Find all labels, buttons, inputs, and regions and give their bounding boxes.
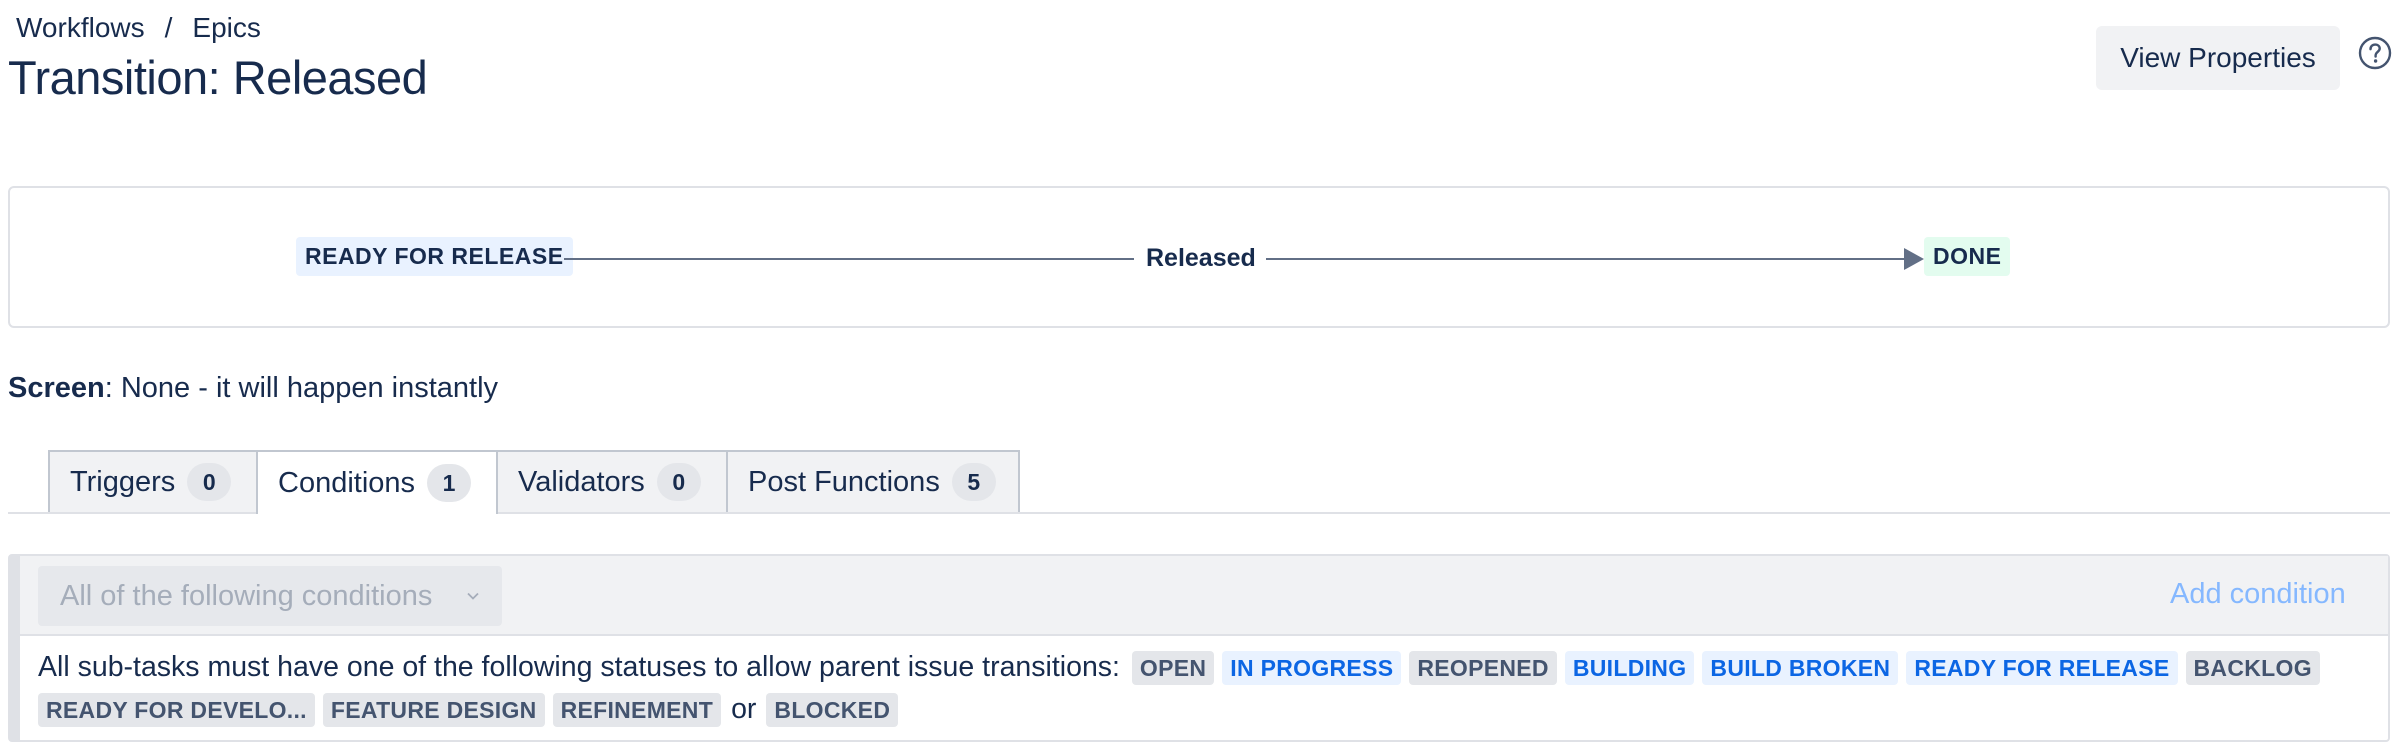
tab-label: Conditions: [278, 466, 416, 499]
to-status-lozenge: DONE: [1924, 237, 2011, 276]
status-lozenge: READY FOR RELEASE: [1906, 651, 2178, 686]
status-lozenge: BUILDING: [1564, 651, 1695, 686]
condition-group-select-value: All of the following conditions: [60, 579, 433, 612]
tab-label: Validators: [518, 465, 645, 498]
status-lozenge: READY FOR DEVELO...: [38, 693, 315, 728]
screen-label: Screen: [8, 372, 105, 404]
tab-count-badge: 5: [951, 463, 996, 501]
status-lozenge: REFINEMENT: [552, 693, 722, 728]
tab-label: Triggers: [70, 465, 176, 498]
status-lozenge: FEATURE DESIGN: [322, 693, 545, 728]
condition-group-bar: [10, 556, 20, 740]
tab-label: Post Functions: [748, 465, 940, 498]
breadcrumb-epics[interactable]: Epics: [192, 12, 260, 44]
tab-conditions[interactable]: Conditions 1: [256, 450, 498, 514]
breadcrumb: Workflows / Epics: [16, 12, 261, 44]
tab-count-badge: 0: [656, 463, 701, 501]
tab-validators[interactable]: Validators 0: [496, 450, 728, 512]
screen-value: : None - it will happen instantly: [104, 372, 499, 404]
arrow-right-icon: [1904, 248, 1924, 270]
status-lozenge: OPEN: [1131, 651, 1215, 686]
breadcrumb-separator: /: [164, 12, 173, 43]
status-lozenge: BLOCKED: [766, 693, 899, 728]
or-word: or: [731, 693, 757, 725]
tab-count-badge: 0: [187, 463, 232, 501]
condition-description: All sub-tasks must have one of the follo…: [38, 646, 2368, 730]
transition-line: [1266, 258, 1906, 260]
status-lozenge: BACKLOG: [2185, 651, 2320, 686]
question-circle-icon[interactable]: [2358, 36, 2392, 70]
breadcrumb-workflows[interactable]: Workflows: [16, 12, 145, 44]
add-condition-link[interactable]: Add condition: [2170, 578, 2346, 611]
view-properties-button[interactable]: View Properties: [2096, 26, 2340, 90]
tab-post-functions[interactable]: Post Functions 5: [726, 450, 1020, 512]
transition-line: [564, 258, 1134, 260]
transition-name: Released: [1146, 244, 1256, 272]
tab-triggers[interactable]: Triggers 0: [48, 450, 258, 512]
condition-text: All sub-tasks must have one of the follo…: [38, 651, 1120, 683]
page-title: Transition: Released: [8, 51, 428, 104]
status-lozenge: BUILD BROKEN: [1702, 651, 1899, 686]
tab-count-badge: 1: [427, 464, 472, 502]
status-lozenge: IN PROGRESS: [1222, 651, 1402, 686]
condition-group-select[interactable]: All of the following conditions: [38, 566, 502, 626]
status-lozenge: REOPENED: [1409, 651, 1557, 686]
screen-info: Screen: None - it will happen instantly: [8, 372, 498, 405]
chevron-down-icon: [467, 592, 479, 600]
from-status-lozenge: READY FOR RELEASE: [296, 237, 573, 276]
